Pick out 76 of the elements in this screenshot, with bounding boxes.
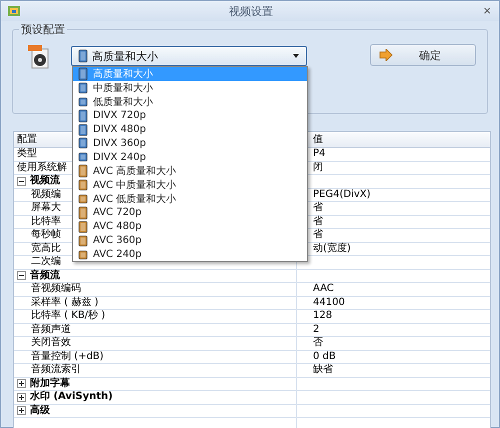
group-label: 音频流 [30,270,60,282]
group-label: 高级 [30,404,50,417]
property-name: 音频声道 [31,324,71,334]
film-icon [78,220,88,234]
expand-toggle[interactable] [17,379,26,388]
window-title: 视频设置 [228,4,274,18]
property-name: 类型 [17,148,37,159]
property-name: 关闭音效 [31,337,71,348]
group-label: 水印 (AviSynth) [30,391,113,404]
film-icon [78,206,88,220]
expand-toggle[interactable] [17,406,26,416]
property-name: 每秒帧 [31,229,61,240]
group-label: 预设配置 [19,22,67,37]
property-name: 音频流索引 [31,364,81,375]
dropdown-option[interactable]: AVC 360p [73,234,307,248]
expand-toggle[interactable] [17,176,26,186]
dropdown-option[interactable]: DIVX 360p [73,136,307,150]
property-name: 比特率 ( KB/秒 ) [31,310,106,321]
expand-toggle[interactable] [17,392,26,402]
dropdown-option[interactable]: DIVX 720p [73,108,307,123]
property-value: 否 [313,337,323,348]
property-value: 省 [313,229,323,240]
app-icon [7,4,21,18]
property-value: AAC [313,283,334,294]
property-name: 采样率 ( 赫兹 ) [31,296,98,308]
dropdown-value: 高质量和大小 [92,48,159,64]
property-name: 比特率 [31,216,61,226]
group-label: 附加字幕 [30,378,70,390]
film-icon [78,108,88,123]
dropdown-option[interactable]: 中质量和大小 [73,80,307,95]
dropdown-option[interactable]: AVC 中质量和大小 [73,178,307,192]
dropdown-option[interactable]: AVC 高质量和大小 [73,164,307,178]
caret-icon [292,52,300,60]
property-name: 视频编 [31,188,61,200]
close-button[interactable]: × [481,4,493,18]
film-icon [78,136,88,150]
film-icon [78,164,88,178]
film-icon [78,80,88,95]
dropdown-option[interactable]: DIVX 240p [73,150,307,164]
dropdown-option[interactable]: AVC 低质量和大小 [73,192,307,206]
property-name: 屏幕大 [31,202,61,213]
property-value: 省 [313,202,323,213]
property-value: 闭 [313,162,323,172]
property-value: 省 [313,216,323,226]
expand-toggle[interactable] [17,271,26,280]
column-header: 值 [312,133,324,147]
film-icon [78,122,88,137]
property-value: P4 [313,148,326,159]
dropdown-option[interactable]: AVC 720p [73,206,307,220]
dropdown-option[interactable]: AVC 480p [73,220,307,234]
group-label: 视频流 [30,175,60,188]
preset-dropdown[interactable]: 高质量和大小 [71,46,307,66]
dropdown-option[interactable]: 低质量和大小 [73,94,307,109]
property-name: 宽高比 [31,242,61,254]
property-name: 音视频编码 [31,283,81,294]
property-value: 128 [313,310,332,321]
dropdown-option[interactable]: AVC 240p [73,248,307,262]
property-value: 动(宽度) [313,242,351,254]
property-name: 使用系统解 [17,162,67,172]
property-value: 44100 [313,296,345,308]
property-value: 2 [313,324,320,334]
film-icon [78,94,88,109]
video-file-icon [27,44,51,70]
film-icon [78,192,88,206]
film-icon [78,150,88,164]
film-icon [78,234,88,248]
property-value: 缺省 [313,364,333,375]
property-name: 二次编 [31,256,61,267]
arrow-icon [379,49,393,61]
ok-button[interactable]: 确定 [370,44,476,66]
film-icon [78,178,88,192]
property-name: 音量控制 (+dB) [31,350,104,362]
dropdown-option[interactable]: DIVX 480p [73,122,307,136]
property-value: PEG4(DivX) [313,188,371,200]
film-icon [78,49,88,63]
property-value: 0 dB [313,350,336,362]
